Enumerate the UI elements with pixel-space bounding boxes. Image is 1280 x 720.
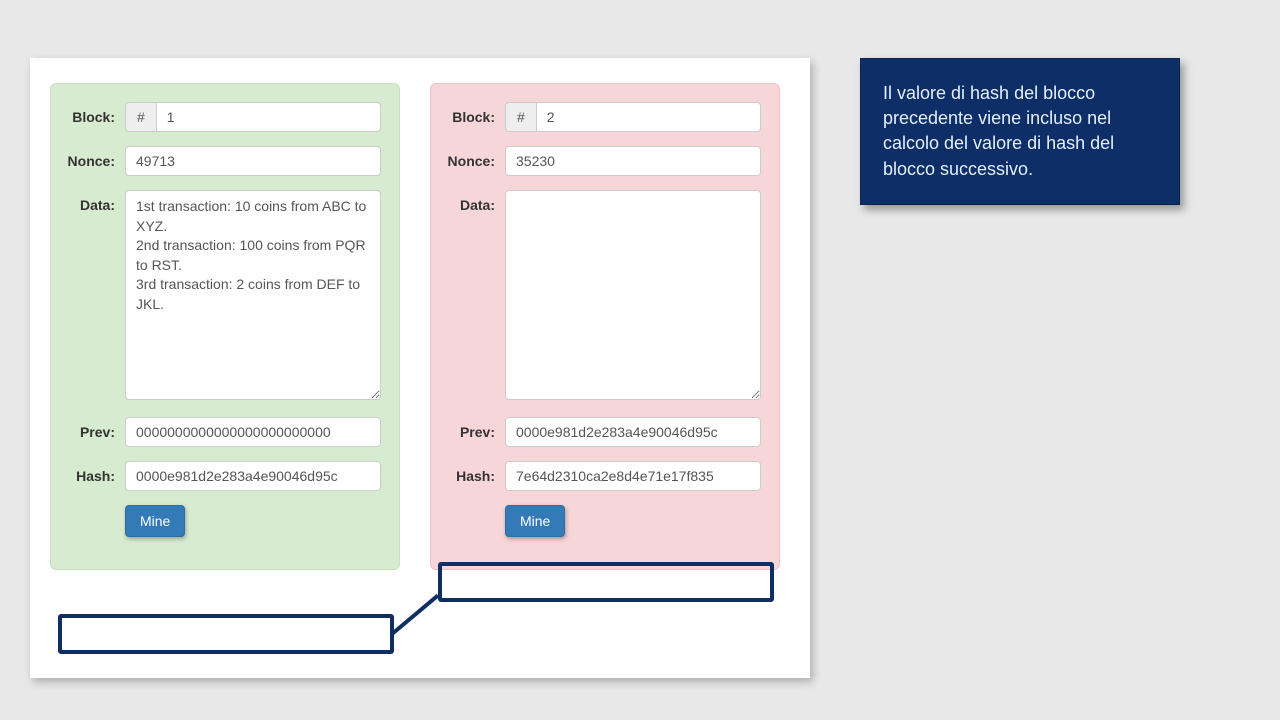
hash-field: [125, 461, 381, 491]
label-nonce: Nonce:: [443, 146, 505, 169]
mine-button[interactable]: Mine: [125, 505, 185, 537]
label-block: Block:: [443, 102, 505, 125]
connector-line: [391, 594, 440, 636]
block-number-prefix: #: [125, 102, 157, 132]
block-number-prefix: #: [505, 102, 537, 132]
mine-button[interactable]: Mine: [505, 505, 565, 537]
block-panel-1: Block: # Nonce: Data: Prev:: [50, 83, 400, 570]
label-nonce: Nonce:: [63, 146, 125, 169]
prev-hash-field: [125, 417, 381, 447]
label-prev: Prev:: [63, 417, 125, 440]
nonce-input[interactable]: [505, 146, 761, 176]
highlight-hash-block1: [58, 614, 394, 654]
label-block: Block:: [63, 102, 125, 125]
block-number-input[interactable]: [157, 102, 381, 132]
blockchain-container: Block: # Nonce: Data: Prev:: [30, 58, 810, 678]
hash-field: [505, 461, 761, 491]
label-prev: Prev:: [443, 417, 505, 440]
label-data: Data:: [63, 190, 125, 213]
label-data: Data:: [443, 190, 505, 213]
nonce-input[interactable]: [125, 146, 381, 176]
label-hash: Hash:: [63, 461, 125, 484]
data-textarea[interactable]: [505, 190, 761, 400]
block-number-input[interactable]: [537, 102, 761, 132]
block-panel-2: Block: # Nonce: Data: Prev:: [430, 83, 780, 570]
label-hash: Hash:: [443, 461, 505, 484]
prev-hash-field: [505, 417, 761, 447]
annotation-callout: Il valore di hash del blocco precedente …: [860, 58, 1180, 205]
data-textarea[interactable]: [125, 190, 381, 400]
